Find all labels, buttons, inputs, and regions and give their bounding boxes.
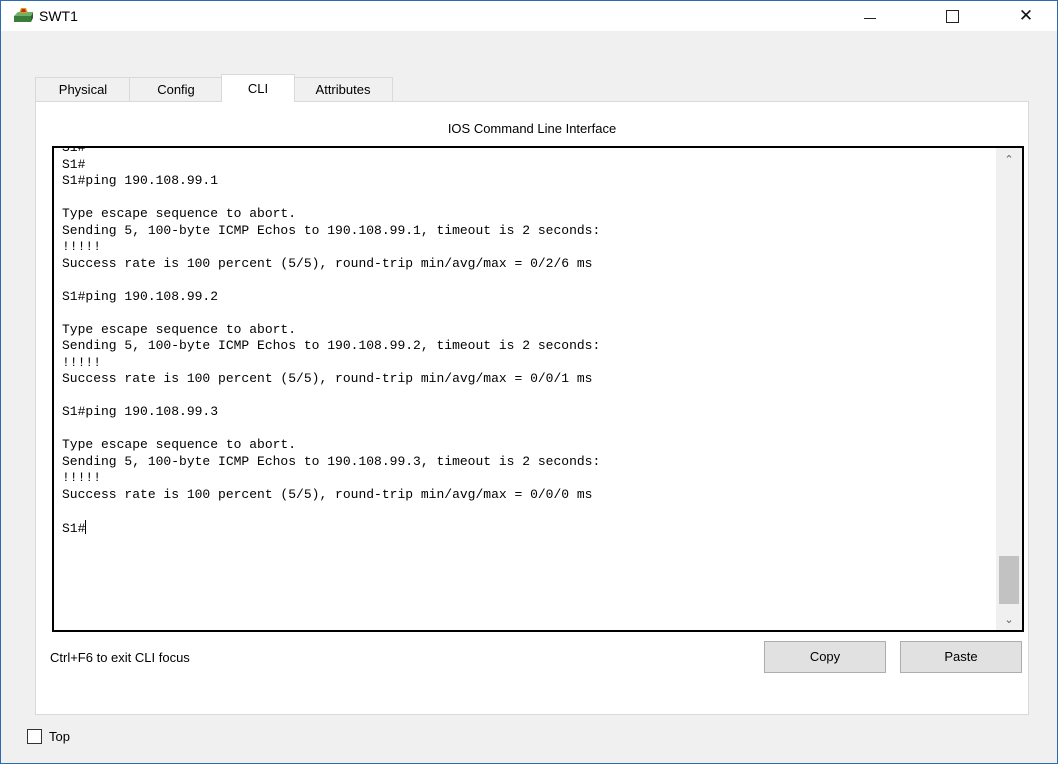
top-label: Top <box>49 729 70 744</box>
maximize-icon <box>945 9 959 23</box>
scrollbar-thumb[interactable] <box>999 556 1019 604</box>
scroll-up-icon[interactable]: ⌃ <box>996 148 1022 170</box>
tab-attributes[interactable]: Attributes <box>293 77 393 101</box>
maximize-button[interactable] <box>929 1 975 31</box>
close-button[interactable]: ✕ <box>1003 1 1049 31</box>
title-bar: SWT1 ✕ <box>1 1 1057 31</box>
cli-panel: IOS Command Line Interface S1# S1# S1#pi… <box>35 101 1029 715</box>
tab-physical[interactable]: Physical <box>35 77 131 101</box>
focus-hint: Ctrl+F6 to exit CLI focus <box>50 650 190 665</box>
minimize-icon <box>864 17 876 19</box>
top-checkbox[interactable] <box>27 729 42 744</box>
top-checkbox-row[interactable]: Top <box>27 729 70 744</box>
vertical-scrollbar[interactable]: ⌃ ⌄ <box>996 148 1022 630</box>
text-cursor <box>85 519 87 534</box>
tab-cli[interactable]: CLI <box>221 74 295 102</box>
window-title: SWT1 <box>39 8 78 24</box>
cli-console[interactable]: S1# S1# S1#ping 190.108.99.1 Type escape… <box>52 146 1024 632</box>
console-output[interactable]: S1# S1# S1#ping 190.108.99.1 Type escape… <box>62 146 982 537</box>
paste-button[interactable]: Paste <box>900 641 1022 673</box>
scroll-down-icon[interactable]: ⌄ <box>996 608 1022 630</box>
device-window: SWT1 ✕ Physical Config CLI Attributes IO… <box>0 0 1058 764</box>
tab-config[interactable]: Config <box>129 77 223 101</box>
panel-header: IOS Command Line Interface <box>447 121 617 136</box>
switch-icon <box>14 8 33 22</box>
console-text: S1# S1# S1#ping 190.108.99.1 Type escape… <box>62 146 601 536</box>
minimize-button[interactable] <box>847 1 893 31</box>
close-icon: ✕ <box>1018 6 1034 25</box>
copy-button[interactable]: Copy <box>764 641 886 673</box>
